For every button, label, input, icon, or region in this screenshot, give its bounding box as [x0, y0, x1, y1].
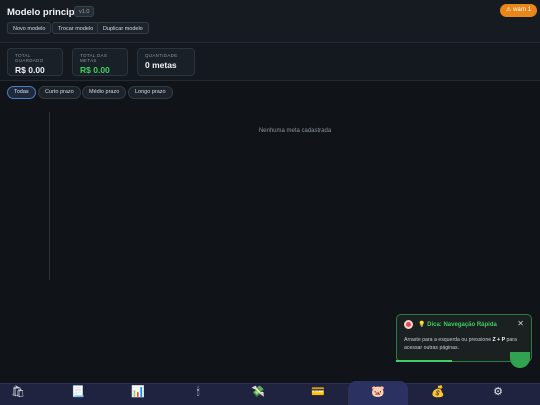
new-model-button[interactable]: Novo modelo [7, 22, 52, 34]
stats-bar: TOTAL GUARDADO R$ 0.00 TOTAL DAS METAS R… [0, 42, 540, 81]
fab-button[interactable] [510, 352, 530, 368]
receipt-icon[interactable]: 📃 [71, 385, 85, 399]
shopping-bags-icon[interactable]: 🛍 [11, 385, 25, 399]
stat-label: QUANTIDADE [145, 53, 178, 58]
page-title: Modelo principal [7, 7, 83, 18]
stat-label: TOTAL DAS METAS [80, 53, 108, 63]
candle-icon[interactable]: 🕯 [191, 385, 205, 399]
credit-card-icon[interactable]: 💳 [311, 385, 325, 399]
toast-title: 💡 Dica: Navegação Rápida [418, 322, 497, 328]
stat-card-quantity: QUANTIDADE 0 metas [137, 48, 195, 76]
timeline-line [49, 112, 50, 280]
warn-label: warn [513, 7, 527, 13]
duplicate-model-button[interactable]: Duplicar modelo [97, 22, 149, 34]
toast-body-prefix: Arraste para a esquerda ou pressione [404, 337, 493, 343]
toast-shortcut: Z + P [492, 337, 506, 343]
money-wings-icon[interactable]: 💸 [251, 385, 265, 399]
stat-value: 0 metas [145, 60, 177, 70]
version-badge: v1.0 [74, 6, 95, 17]
empty-state-message: Nenhuma meta cadastrada [258, 128, 332, 134]
bar-chart-icon[interactable]: 📊 [131, 385, 145, 399]
stat-value: R$ 0.00 [15, 65, 45, 75]
filter-all[interactable]: Todas [7, 86, 36, 99]
piggy-bank-icon[interactable]: 🐷 [371, 385, 385, 399]
filter-long-term[interactable]: Longo prazo [128, 86, 173, 99]
app-header: Modelo principal v1.0 ⚠ warn 1 Novo mode… [0, 0, 540, 42]
gear-icon[interactable]: ⚙ [491, 385, 505, 399]
stat-card-total-goals: TOTAL DAS METAS R$ 0.00 [72, 48, 128, 76]
stat-value: R$ 0.00 [80, 65, 110, 75]
close-icon[interactable]: ✕ [517, 319, 524, 328]
filter-medium-term[interactable]: Médio prazo [82, 86, 127, 99]
target-icon [404, 320, 413, 329]
filter-short-term[interactable]: Curto prazo [38, 86, 81, 99]
toast-body: Arraste para a esquerda ou pressione Z +… [404, 336, 524, 352]
switch-model-button[interactable]: Trocar modelo [52, 22, 100, 34]
warn-count: 1 [527, 7, 532, 13]
stat-card-total-saved: TOTAL GUARDADO R$ 0.00 [7, 48, 63, 76]
warning-icon: ⚠ [506, 7, 512, 13]
money-bag-icon[interactable]: 💰 [431, 385, 445, 399]
toast-progress-bar [396, 360, 452, 362]
warn-button[interactable]: ⚠ warn 1 [500, 4, 538, 17]
stat-label: TOTAL GUARDADO [15, 53, 44, 63]
